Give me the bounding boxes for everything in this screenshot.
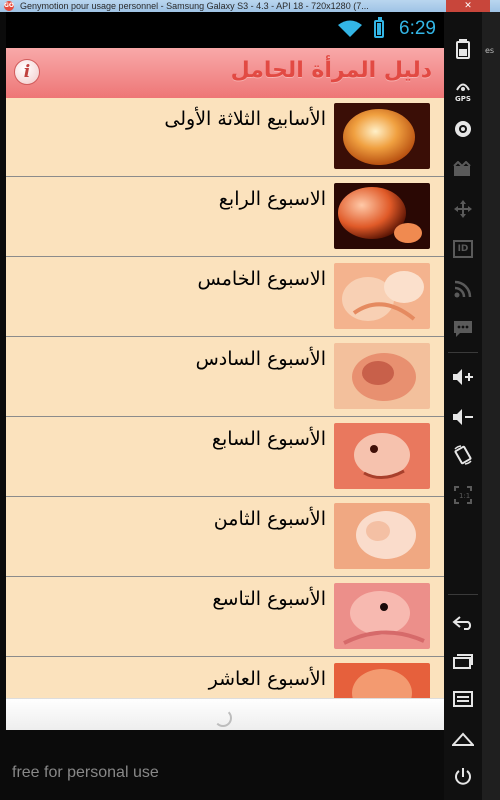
- emulator-sidebar: GPS ID 1:1: [444, 12, 482, 800]
- rotate-icon[interactable]: [444, 440, 482, 470]
- list-item-label: الأسبوع التاسع: [212, 588, 326, 610]
- embryo-week4-thumbnail: [334, 183, 430, 249]
- scale-icon[interactable]: 1:1: [444, 480, 482, 510]
- list-item-label: الأسابيع الثلاثة الأولى: [164, 108, 326, 130]
- window-edge: es: [482, 12, 500, 800]
- list-item[interactable]: الاسبوع الخامس: [6, 258, 444, 337]
- home-icon[interactable]: [444, 724, 482, 754]
- status-bar: 6:29: [6, 12, 444, 48]
- list-item-label: الأسبوع السابع: [211, 428, 326, 450]
- volume-down-icon[interactable]: [444, 402, 482, 432]
- list-item-label: الاسبوع الرابع: [218, 188, 326, 210]
- list-item[interactable]: الاسبوع الرابع: [6, 178, 444, 257]
- list-item-label: الاسبوع الخامس: [197, 268, 326, 290]
- status-time: 6:29: [399, 18, 436, 39]
- loading-spinner-icon: [214, 709, 232, 727]
- device-screen: 6:29 i دليل المرأة الحامل الأسابيع الثلا…: [6, 12, 444, 730]
- list-item-label: الأسبوع العاشر: [208, 668, 326, 690]
- sms-icon[interactable]: [444, 314, 482, 344]
- embryo-egg-thumbnail: [334, 103, 430, 169]
- gps-label: GPS: [455, 94, 471, 103]
- edge-text: es: [485, 46, 495, 55]
- app-title: دليل المرأة الحامل: [230, 58, 432, 83]
- embryo-week7-thumbnail: [334, 423, 430, 489]
- id-icon[interactable]: ID: [444, 234, 482, 264]
- volume-up-icon[interactable]: [444, 362, 482, 392]
- battery-icon: [374, 17, 384, 38]
- list-item[interactable]: الأسابيع الثلاثة الأولى: [6, 98, 444, 177]
- gps-icon[interactable]: GPS: [444, 74, 482, 104]
- window-title: Genymotion pour usage personnel - Samsun…: [20, 1, 369, 11]
- embryo-week5-thumbnail: [334, 263, 430, 329]
- svg-text:1:1: 1:1: [459, 492, 470, 500]
- window-close-button[interactable]: ✕: [446, 0, 490, 12]
- recent-apps-icon[interactable]: [444, 646, 482, 676]
- window-title-bar: GO Genymotion pour usage personnel - Sam…: [0, 0, 500, 12]
- genymotion-logo: GO: [4, 1, 15, 11]
- embryo-week9-thumbnail: [334, 583, 430, 649]
- video-icon[interactable]: [444, 154, 482, 184]
- loading-footer: [6, 698, 444, 730]
- list-item-label: الأسبوع السادس: [195, 348, 326, 370]
- back-icon[interactable]: [444, 608, 482, 638]
- list-item-label: الأسبوع الثامن: [213, 508, 326, 530]
- app-bar: i دليل المرأة الحامل: [6, 48, 444, 98]
- battery-icon[interactable]: [444, 34, 482, 64]
- list-item[interactable]: الأسبوع الثامن: [6, 498, 444, 577]
- embryo-week8-thumbnail: [334, 503, 430, 569]
- power-icon[interactable]: [444, 762, 482, 792]
- rss-icon[interactable]: [444, 274, 482, 304]
- watermark-text: free for personal use: [12, 764, 159, 781]
- move-icon[interactable]: [444, 194, 482, 224]
- embryo-week6-thumbnail: [334, 343, 430, 409]
- list-item[interactable]: الأسبوع السابع: [6, 418, 444, 497]
- weeks-list[interactable]: الأسابيع الثلاثة الأولى الاسبوع الرابع ا…: [6, 98, 444, 712]
- list-item[interactable]: الأسبوع السادس: [6, 338, 444, 417]
- camera-icon[interactable]: [444, 114, 482, 144]
- menu-icon[interactable]: [444, 684, 482, 714]
- wifi-icon: [338, 20, 362, 37]
- list-item[interactable]: الأسبوع التاسع: [6, 578, 444, 657]
- info-icon[interactable]: i: [14, 59, 40, 85]
